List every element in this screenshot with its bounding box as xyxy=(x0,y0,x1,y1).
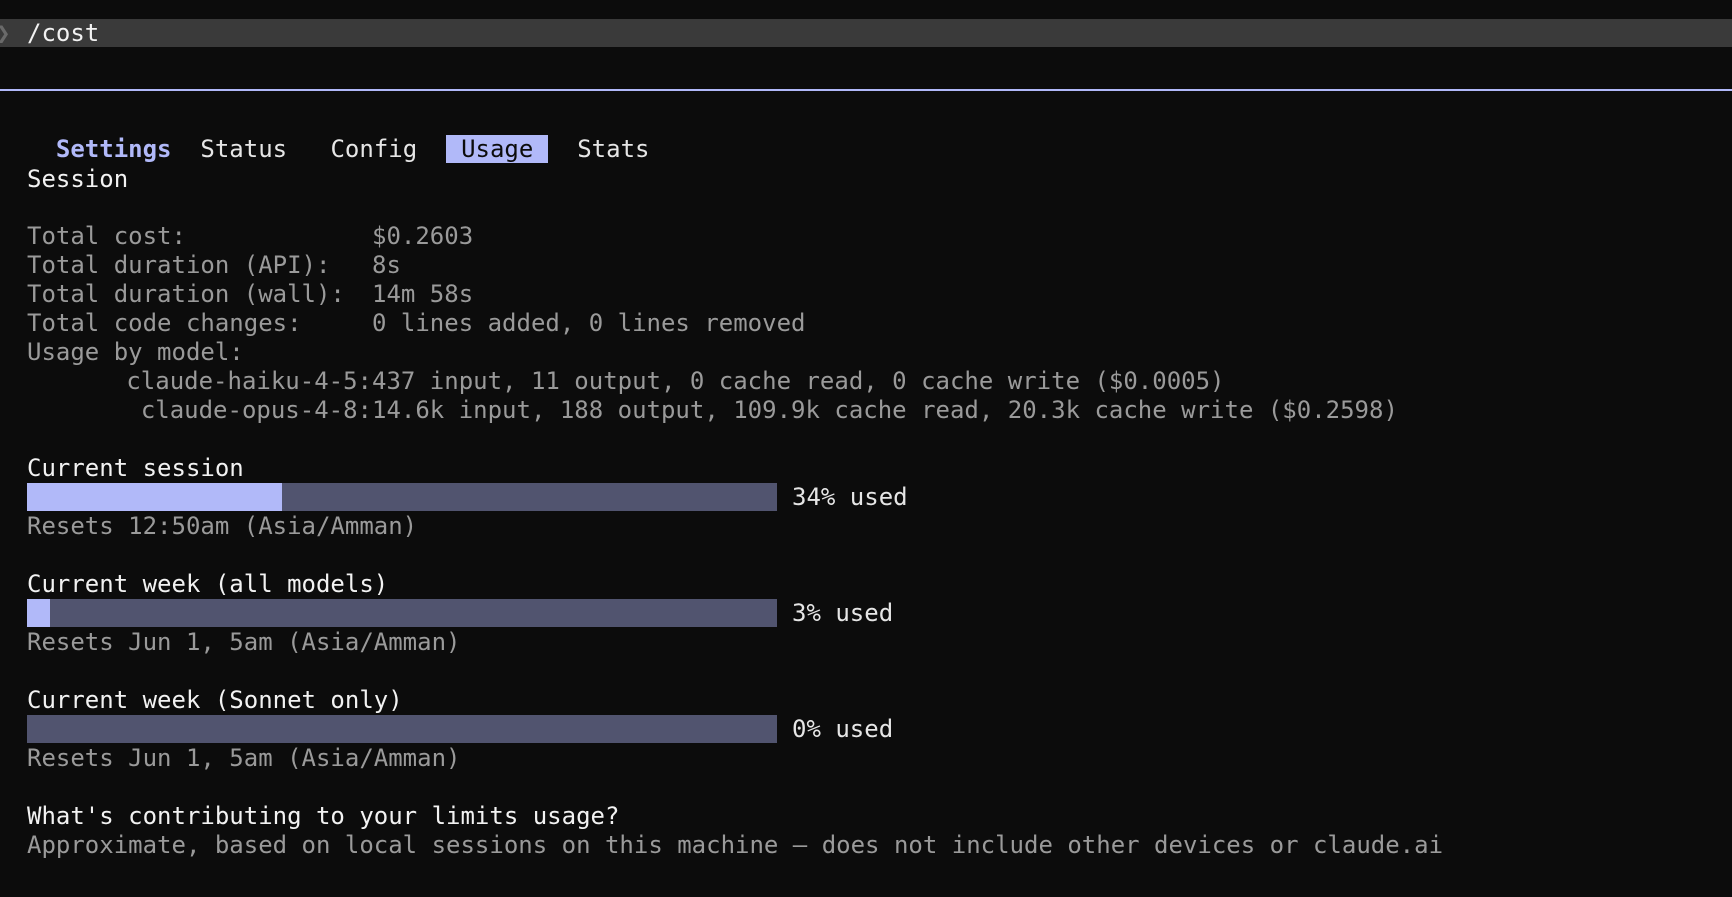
tab-status[interactable]: Status xyxy=(200,135,287,163)
session-row: Total duration (wall): 14m 58s xyxy=(27,280,473,308)
row-value: 14m 58s xyxy=(372,280,474,308)
usage-percent-label: 34% used xyxy=(792,483,908,511)
model-name: claude-haiku-4-5: xyxy=(126,367,372,395)
usage-progress-fill xyxy=(27,483,282,511)
session-row: Total code changes: 0 lines added, 0 line… xyxy=(27,309,805,337)
row-label: Total code changes: xyxy=(27,309,302,337)
usage-percent-label: 0% used xyxy=(792,715,894,743)
model-value: 437 input, 11 output, 0 cache read, 0 ca… xyxy=(372,367,1225,395)
contributing-note: Approximate, based on local sessions on … xyxy=(27,831,1444,859)
usage-progress-bar xyxy=(27,715,777,743)
usage-progress-bar xyxy=(27,599,777,627)
row-label: Total cost: xyxy=(27,222,186,250)
divider xyxy=(0,89,1732,91)
row-value: 0 lines added, 0 lines removed xyxy=(372,309,806,337)
model-row: claude-haiku-4-5:437 input, 11 output, 0… xyxy=(27,367,1225,395)
tab-config[interactable]: Config xyxy=(330,135,417,163)
limit-title: Current week (all models) xyxy=(27,570,389,598)
model-value: 14.6k input, 188 output, 109.9k cache re… xyxy=(372,396,1398,424)
reset-time: Resets 12:50am (Asia/Amman) xyxy=(27,512,418,540)
usage-by-model-label: Usage by model: xyxy=(27,338,244,366)
row-value: 8s xyxy=(372,251,401,279)
tab-stats[interactable]: Stats xyxy=(577,135,649,163)
limit-title: Current week (Sonnet only) xyxy=(27,686,403,714)
row-label: Total duration (wall): xyxy=(27,280,345,308)
row-label: Total duration (API): xyxy=(27,251,331,279)
model-name: claude-opus-4-8: xyxy=(140,396,372,424)
model-row: claude-opus-4-8:14.6k input, 188 output,… xyxy=(27,396,1398,424)
usage-progress-bar xyxy=(27,483,777,511)
settings-title: Settings xyxy=(55,135,172,163)
usage-progress-fill xyxy=(27,599,50,627)
row-value: $0.2603 xyxy=(372,222,474,250)
reset-time: Resets Jun 1, 5am (Asia/Amman) xyxy=(27,744,461,772)
session-heading: Session xyxy=(27,165,129,193)
command-input-bar[interactable]: ❯ /cost xyxy=(0,19,1732,47)
tab-usage[interactable]: Usage xyxy=(446,135,549,163)
settings-tabs: Settings Status Config Usage Stats xyxy=(27,107,649,163)
session-row: Total duration (API): 8s xyxy=(27,251,401,279)
session-row: Total cost: $0.2603 xyxy=(27,222,473,250)
reset-time: Resets Jun 1, 5am (Asia/Amman) xyxy=(27,628,461,656)
usage-percent-label: 3% used xyxy=(792,599,894,627)
command-text[interactable]: /cost xyxy=(27,19,99,47)
prompt-chevron-icon: ❯ xyxy=(0,20,10,46)
contributing-heading: What's contributing to your limits usage… xyxy=(27,802,620,830)
limit-title: Current session xyxy=(27,454,244,482)
